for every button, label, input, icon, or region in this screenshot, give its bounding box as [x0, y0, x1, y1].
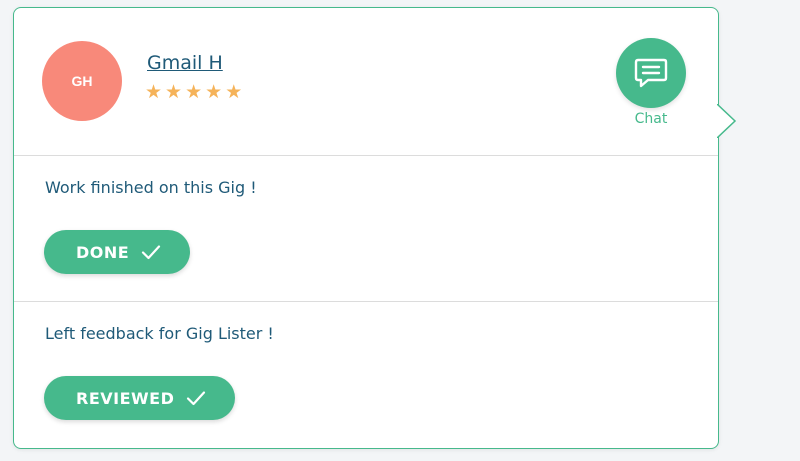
- star-rating: ★ ★ ★ ★ ★: [145, 80, 242, 104]
- reviewed-button-label: REVIEWED: [76, 388, 175, 408]
- step-work-finished: Work finished on this Gig ! DONE: [14, 156, 718, 302]
- card-pointer-arrow: [717, 104, 737, 138]
- star-icon: ★: [165, 81, 183, 103]
- chat-label: Chat: [634, 111, 668, 127]
- user-name-link[interactable]: Gmail H: [147, 52, 223, 74]
- step-text: Work finished on this Gig !: [45, 178, 257, 197]
- chat-bubble-icon: [634, 58, 668, 88]
- card-header: GH Gmail H ★ ★ ★ ★ ★ Chat: [14, 8, 718, 156]
- star-icon: ★: [205, 81, 223, 103]
- star-icon: ★: [145, 81, 163, 103]
- step-text: Left feedback for Gig Lister !: [45, 324, 274, 343]
- check-icon: [142, 245, 161, 260]
- chat-button[interactable]: [616, 38, 686, 108]
- done-button-label: DONE: [76, 242, 130, 262]
- reviewed-button[interactable]: REVIEWED: [44, 376, 235, 420]
- star-icon: ★: [185, 81, 203, 103]
- done-button[interactable]: DONE: [44, 230, 190, 274]
- step-feedback-left: Left feedback for Gig Lister ! REVIEWED: [14, 302, 718, 448]
- avatar: GH: [42, 41, 122, 121]
- check-icon: [187, 391, 206, 406]
- star-icon: ★: [225, 81, 243, 103]
- gig-status-card: GH Gmail H ★ ★ ★ ★ ★ Chat Work finished …: [13, 7, 737, 449]
